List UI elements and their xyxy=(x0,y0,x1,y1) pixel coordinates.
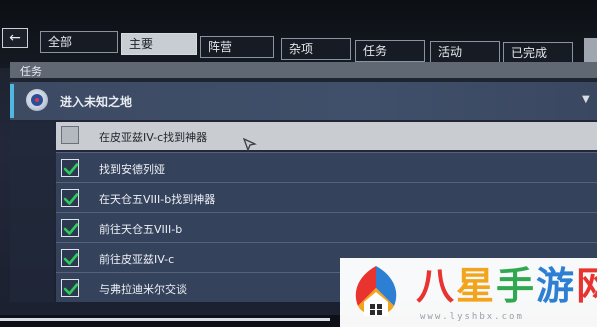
tab-faction[interactable]: 阵营 xyxy=(200,36,274,58)
tab-misc[interactable]: 杂项 xyxy=(281,38,351,60)
task-label: 前往皮亚兹IV-c xyxy=(99,253,175,266)
watermark-text: 八星手游网 xyxy=(416,264,597,308)
checkmark-icon xyxy=(63,193,79,205)
tab-all[interactable]: 全部 xyxy=(40,31,118,53)
task-label: 在天仓五VIII-b找到神器 xyxy=(99,193,216,206)
checkmark-icon xyxy=(63,283,79,295)
back-button[interactable]: ← xyxy=(2,28,28,48)
selection-accent xyxy=(10,84,14,118)
watermark-url: www.lyshbx.com xyxy=(420,312,524,322)
checkbox-checked[interactable] xyxy=(61,159,79,177)
checkbox-unchecked[interactable] xyxy=(61,126,79,144)
task-label: 前往天仓五VIII-b xyxy=(99,223,183,236)
tab-completed[interactable]: 已完成 xyxy=(503,42,573,64)
tab-activities[interactable]: 活动 xyxy=(430,41,500,63)
mouse-cursor-icon xyxy=(243,138,257,152)
watermark: 八星手游网 www.lyshbx.com xyxy=(340,258,597,327)
section-title: 任务 xyxy=(20,65,42,78)
section-header: 任务 xyxy=(10,62,597,78)
checkbox-checked[interactable] xyxy=(61,279,79,297)
checkmark-icon xyxy=(63,253,79,265)
task-label: 在皮亚兹IV-c找到神器 xyxy=(99,131,208,144)
site-logo-icon xyxy=(355,266,397,316)
checkbox-checked[interactable] xyxy=(61,189,79,207)
checkmark-icon xyxy=(63,163,79,175)
faction-emblem-icon xyxy=(26,89,48,111)
arrow-left-icon: ← xyxy=(9,30,21,46)
task-row[interactable]: 在皮亚兹IV-c找到神器 xyxy=(56,122,597,150)
tab-quests[interactable]: 任务 xyxy=(355,40,425,62)
task-row[interactable]: 找到安德列娅 xyxy=(56,152,597,182)
checkbox-checked[interactable] xyxy=(61,249,79,267)
checkmark-icon xyxy=(63,223,79,235)
task-label: 找到安德列娅 xyxy=(99,163,165,176)
mission-row[interactable]: 进入未知之地 ▼ xyxy=(10,82,597,120)
top-bar: ← 全部 主要 阵营 杂项 任务 活动 已完成 xyxy=(0,0,597,68)
mission-title: 进入未知之地 xyxy=(60,95,133,109)
scrollbar[interactable] xyxy=(0,318,330,321)
task-row[interactable]: 在天仓五VIII-b找到神器 xyxy=(56,182,597,212)
checkbox-checked[interactable] xyxy=(61,219,79,237)
chevron-down-icon[interactable]: ▼ xyxy=(582,94,590,105)
task-row[interactable]: 前往天仓五VIII-b xyxy=(56,212,597,242)
indent-strip xyxy=(10,122,54,302)
task-label: 与弗拉迪米尔交谈 xyxy=(99,283,187,296)
tab-main[interactable]: 主要 xyxy=(121,33,197,55)
